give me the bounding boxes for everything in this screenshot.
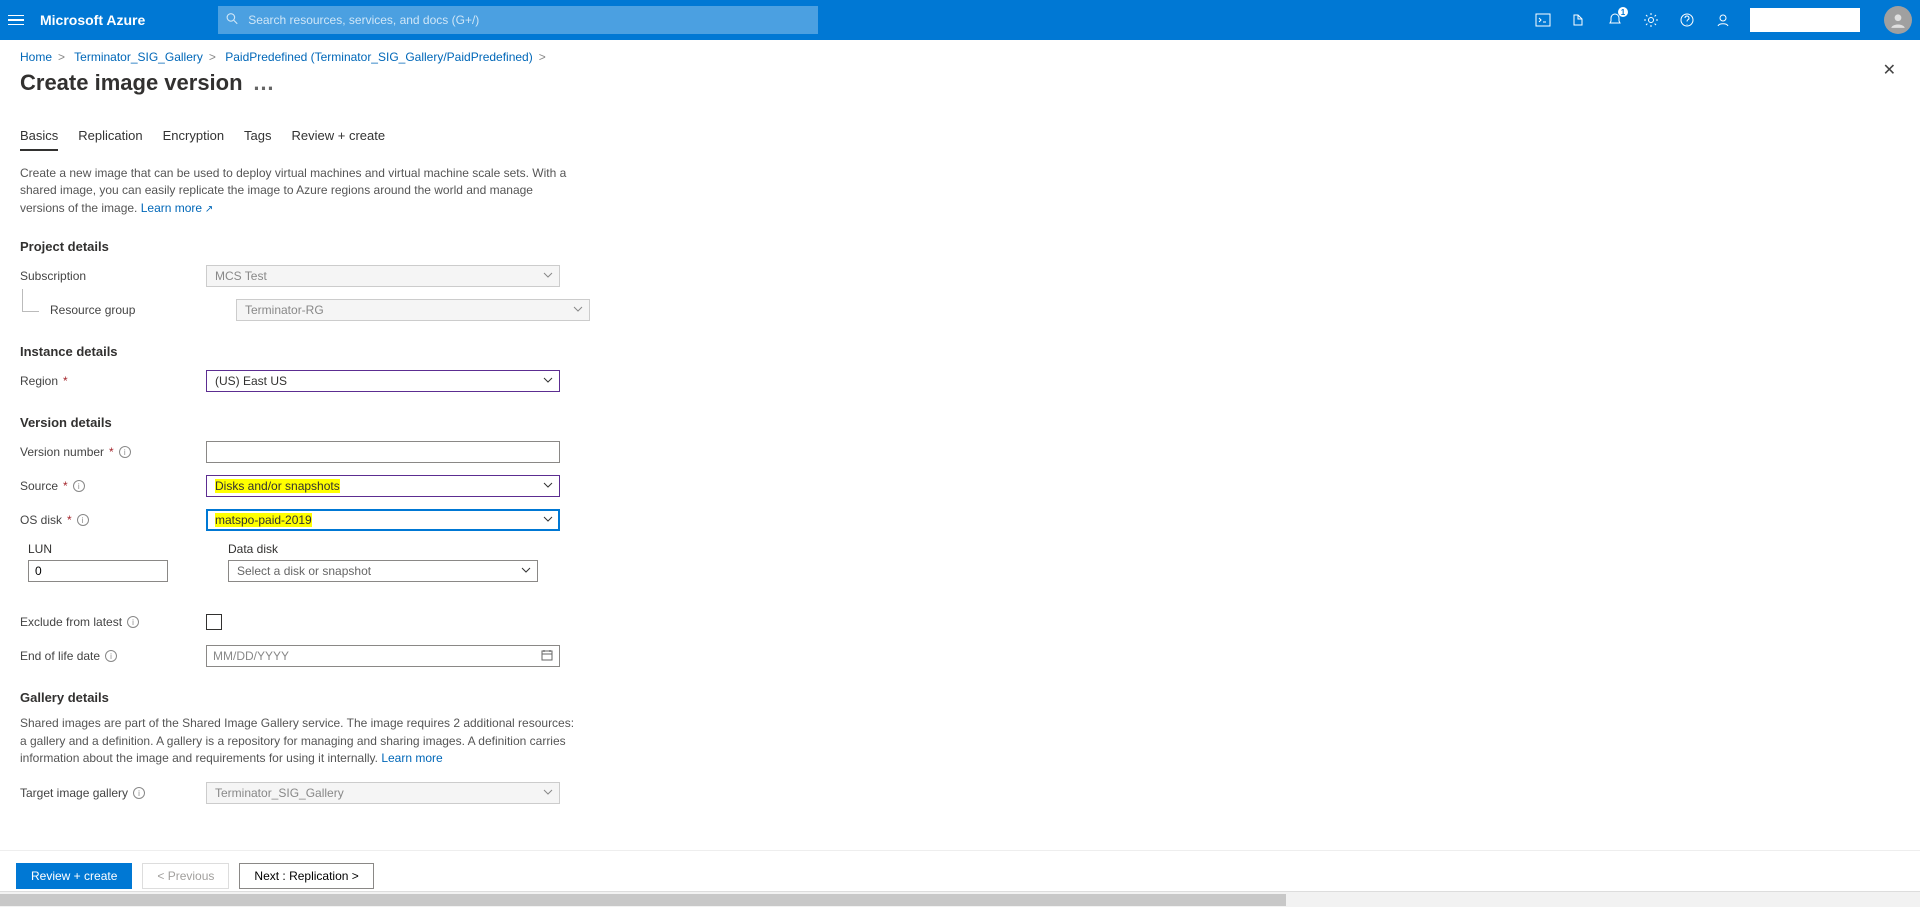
region-label: Region * <box>20 374 206 388</box>
osdisk-value: matspo-paid-2019 <box>215 513 312 527</box>
gallery-desc-text: Shared images are part of the Shared Ima… <box>20 716 574 765</box>
region-select[interactable]: (US) East US <box>206 370 560 392</box>
crumb-home[interactable]: Home <box>20 50 52 64</box>
notifications-icon[interactable]: 1 <box>1606 11 1624 29</box>
version-details: Version details Version number * i Sourc… <box>20 415 1900 668</box>
target-gallery-select: Terminator_SIG_Gallery <box>206 782 560 804</box>
exclude-label: Exclude from latest i <box>20 615 206 629</box>
chevron-down-icon <box>543 479 553 493</box>
section-title: Instance details <box>20 344 1900 359</box>
tabs: Basics Replication Encryption Tags Revie… <box>20 128 1900 151</box>
info-icon[interactable]: i <box>105 650 117 662</box>
crumb-gallery[interactable]: Terminator_SIG_Gallery <box>74 50 203 64</box>
chevron-down-icon <box>573 303 583 317</box>
osdisk-select[interactable]: matspo-paid-2019 <box>206 509 560 531</box>
search-input[interactable] <box>218 6 818 34</box>
rg-select: Terminator-RG <box>236 299 590 321</box>
lun-label: LUN <box>28 542 168 556</box>
review-create-button[interactable]: Review + create <box>16 863 132 889</box>
description-text: Create a new image that can be used to d… <box>20 166 566 215</box>
description: Create a new image that can be used to d… <box>20 165 580 217</box>
chevron-down-icon <box>543 786 553 800</box>
chevron-down-icon <box>543 513 553 527</box>
page-title-text: Create image version <box>20 70 243 96</box>
project-details: Project details Subscription MCS Test Re… <box>20 239 1900 322</box>
next-button[interactable]: Next : Replication > <box>239 863 373 889</box>
tab-review[interactable]: Review + create <box>292 128 386 151</box>
subscription-value: MCS Test <box>215 269 267 283</box>
search-wrap <box>218 6 818 34</box>
lun-input[interactable] <box>28 560 168 582</box>
cloud-shell-icon[interactable] <box>1534 11 1552 29</box>
more-icon[interactable]: … <box>253 70 277 96</box>
gallery-details: Gallery details Shared images are part o… <box>20 690 1900 805</box>
lun-datadisk-row: LUN Data disk Select a disk or snapshot <box>20 542 1900 582</box>
topbar-icons: 1 <box>1534 6 1912 34</box>
tab-tags[interactable]: Tags <box>244 128 271 151</box>
top-bar: Microsoft Azure 1 <box>0 0 1920 40</box>
chevron-down-icon <box>543 374 553 388</box>
info-icon[interactable]: i <box>119 446 131 458</box>
section-title: Gallery details <box>20 690 1900 705</box>
osdisk-label: OS disk * i <box>20 513 206 527</box>
exclude-checkbox[interactable] <box>206 614 222 630</box>
source-label: Source * i <box>20 479 206 493</box>
scrollbar-thumb[interactable] <box>0 894 1286 906</box>
tab-encryption[interactable]: Encryption <box>163 128 224 151</box>
settings-icon[interactable] <box>1642 11 1660 29</box>
eol-label: End of life date i <box>20 649 206 663</box>
source-value: Disks and/or snapshots <box>215 479 340 493</box>
notification-badge: 1 <box>1618 7 1628 17</box>
version-number-label: Version number * i <box>20 445 206 459</box>
eol-date-input[interactable]: MM/DD/YYYY <box>206 645 560 667</box>
tab-replication[interactable]: Replication <box>78 128 142 151</box>
target-gallery-label: Target image gallery i <box>20 786 206 800</box>
instance-details: Instance details Region * (US) East US <box>20 344 1900 393</box>
footer-bar: Review + create < Previous Next : Replic… <box>0 850 1920 889</box>
chevron-down-icon <box>521 564 531 578</box>
chevron-down-icon <box>543 269 553 283</box>
source-select[interactable]: Disks and/or snapshots <box>206 475 560 497</box>
target-gallery-value: Terminator_SIG_Gallery <box>215 786 344 800</box>
directory-icon[interactable] <box>1570 11 1588 29</box>
calendar-icon <box>541 649 553 664</box>
close-icon[interactable]: ✕ <box>1883 60 1896 80</box>
subscription-label: Subscription <box>20 269 206 283</box>
help-icon[interactable] <box>1678 11 1696 29</box>
subscription-select: MCS Test <box>206 265 560 287</box>
section-title: Version details <box>20 415 1900 430</box>
info-icon[interactable]: i <box>127 616 139 628</box>
tab-basics[interactable]: Basics <box>20 128 58 151</box>
datadisk-label: Data disk <box>228 542 538 556</box>
learn-more-link[interactable]: Learn more <box>141 201 214 215</box>
page-title: Create image version … <box>20 70 1900 96</box>
page-content: Home> Terminator_SIG_Gallery> PaidPredef… <box>0 40 1920 907</box>
rg-value: Terminator-RG <box>245 303 324 317</box>
menu-icon[interactable] <box>8 10 28 30</box>
region-value: (US) East US <box>215 374 287 388</box>
crumb-definition[interactable]: PaidPredefined (Terminator_SIG_Gallery/P… <box>225 50 533 64</box>
gallery-learn-more-link[interactable]: Learn more <box>381 751 442 765</box>
info-icon[interactable]: i <box>77 514 89 526</box>
datadisk-select[interactable]: Select a disk or snapshot <box>228 560 538 582</box>
avatar[interactable] <box>1884 6 1912 34</box>
gallery-description: Shared images are part of the Shared Ima… <box>20 715 580 767</box>
breadcrumb: Home> Terminator_SIG_Gallery> PaidPredef… <box>20 50 1900 64</box>
feedback-icon[interactable] <box>1714 11 1732 29</box>
eol-placeholder: MM/DD/YYYY <box>213 649 289 663</box>
search-icon <box>226 13 238 28</box>
rg-label: Resource group <box>50 303 236 317</box>
topbar-account-input[interactable] <box>1750 8 1860 32</box>
brand[interactable]: Microsoft Azure <box>40 12 145 28</box>
horizontal-scrollbar[interactable] <box>0 891 1920 907</box>
section-title: Project details <box>20 239 1900 254</box>
datadisk-placeholder: Select a disk or snapshot <box>237 564 371 578</box>
info-icon[interactable]: i <box>133 787 145 799</box>
previous-button: < Previous <box>142 863 229 889</box>
version-number-input[interactable] <box>206 441 560 463</box>
info-icon[interactable]: i <box>73 480 85 492</box>
